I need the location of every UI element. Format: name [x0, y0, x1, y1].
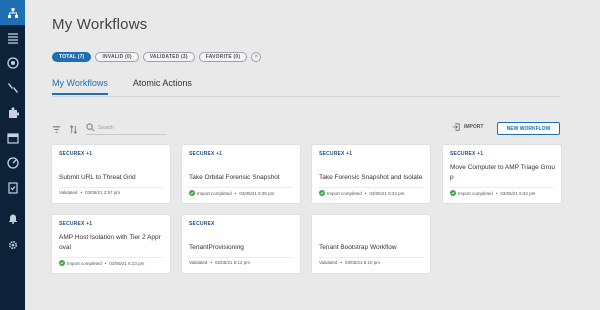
status-text: Import completed [327, 190, 362, 196]
workflow-card[interactable]: SECUREX TenantProvisioning Validated • 02/… [182, 215, 300, 273]
sidebar-item-atomics[interactable] [0, 100, 25, 125]
card-divider [59, 257, 163, 258]
card-divider [450, 187, 554, 188]
card-status: Import completed • 03/05/21 6:34 pm [319, 190, 404, 196]
card-divider [319, 187, 423, 188]
tab-bar: My Workflows Atomic Actions [52, 78, 192, 95]
status-date: 02/05/21 6:12 pm [215, 260, 251, 265]
gauge-icon [6, 156, 19, 169]
card-divider [59, 187, 163, 188]
status-text: Import completed [67, 260, 102, 266]
sidebar-item-workflows[interactable] [0, 0, 25, 25]
filter-favorite[interactable]: FAVORITE (0) [198, 52, 248, 62]
import-icon [452, 123, 460, 131]
tab-atomic-actions[interactable]: Atomic Actions [133, 78, 192, 95]
workflow-card[interactable]: SECUREX +1 Move Computer to AMP Triage G… [443, 145, 561, 203]
search-placeholder: Search [98, 124, 114, 131]
sidebar-item-settings[interactable] [0, 232, 25, 257]
filter-icon[interactable] [52, 125, 61, 134]
sidebar-item-targets[interactable] [0, 50, 25, 75]
tools-icon [7, 82, 18, 93]
search-icon [86, 123, 95, 132]
puzzle-icon [8, 106, 19, 118]
clear-filters-icon[interactable]: × [251, 52, 262, 62]
card-title[interactable]: Move Computer to AMP Triage Grou p [450, 163, 555, 183]
import-button[interactable]: IMPORT [452, 123, 483, 131]
tab-divider [52, 96, 560, 97]
card-status: Import completed • 03/05/21 6:23 pm [59, 260, 144, 266]
sidebar-item-calendar[interactable] [0, 125, 25, 150]
check-circle-icon [450, 190, 456, 196]
card-status: Import completed • 03/05/21 6:35 pm [189, 190, 274, 196]
status-text: Validated [59, 190, 78, 195]
sidebar [0, 0, 25, 310]
card-status: Validated • 03/05/21 6:10 pm [319, 260, 381, 265]
card-tag: SECUREX +1 [59, 151, 93, 157]
status-text: Import completed [197, 190, 232, 196]
filter-pills: TOTAL (7) INVALID (0) VALIDATED (3) FAVO… [52, 52, 262, 62]
sidebar-item-tools[interactable] [0, 75, 25, 100]
list-icon [7, 32, 18, 44]
status-date: 03/05/21 6:10 pm [345, 260, 381, 265]
card-tag: SECUREX +1 [59, 221, 93, 227]
card-title[interactable]: AMP Host Isolation with Tier 2 Appr oval [59, 233, 164, 253]
check-circle-icon [319, 190, 325, 196]
status-text: Validated [319, 260, 338, 265]
card-title[interactable]: TenantProvisioning [189, 243, 294, 253]
bell-icon [8, 214, 17, 224]
card-title[interactable]: Take Orbital Forensic Snapshot [189, 173, 294, 183]
filter-validated[interactable]: VALIDATED (3) [142, 52, 195, 62]
list-toolbar: Search [52, 123, 166, 135]
target-icon [6, 56, 19, 69]
sidebar-item-notifications[interactable] [0, 205, 25, 230]
check-circle-icon [189, 190, 195, 196]
status-date: 03/05/21 6:34 pm [369, 190, 405, 196]
status-text: Import completed [458, 190, 493, 196]
card-divider [189, 187, 293, 188]
card-divider [189, 257, 293, 258]
filter-total[interactable]: TOTAL (7) [52, 52, 92, 62]
card-title[interactable]: Submit URL to Threat Grid [59, 173, 164, 183]
status-date: 03/05/21 6:35 pm [239, 190, 275, 196]
card-title[interactable]: Take Forensic Snapshot and Isolate [319, 173, 424, 183]
workflow-card[interactable]: SECUREX +1 Submit URL to Threat Grid Val… [52, 145, 170, 203]
card-status: Import completed • 03/05/21 6:34 pm [450, 190, 535, 196]
document-check-icon [7, 181, 18, 194]
gear-icon [8, 240, 17, 249]
card-title[interactable]: Tenant Bootstrap Workflow [319, 243, 424, 253]
status-date: 03/05/21 6:34 pm [500, 190, 536, 196]
tab-my-workflows[interactable]: My Workflows [52, 78, 108, 95]
card-tag: SECUREX [189, 221, 215, 227]
workflow-card[interactable]: SECUREX +1 Take Forensic Snapshot and Is… [312, 145, 430, 203]
calendar-icon [6, 132, 19, 144]
status-text: Validated [189, 260, 208, 265]
card-status: Validated • 03/08/21 2:57 pm [59, 190, 121, 195]
workflow-icon [7, 7, 18, 18]
filter-invalid[interactable]: INVALID (0) [95, 52, 139, 62]
card-tag: SECUREX +1 [450, 151, 484, 157]
card-tag: SECUREX +1 [189, 151, 223, 157]
workflow-card[interactable]: Tenant Bootstrap Workflow Validated • 03/0… [312, 215, 430, 273]
card-divider [319, 257, 423, 258]
sidebar-item-reports[interactable] [0, 175, 25, 200]
workflow-card[interactable]: SECUREX +1 Take Orbital Forensic Snapsho… [182, 145, 300, 203]
status-date: 03/05/21 6:23 pm [109, 260, 145, 266]
workflow-card[interactable]: SECUREX +1 AMP Host Isolation with Tier … [52, 215, 170, 273]
card-tag: SECUREX +1 [319, 151, 353, 157]
new-workflow-button[interactable]: NEW WORKFLOW [497, 122, 560, 135]
search-input[interactable]: Search [86, 123, 166, 135]
check-circle-icon [59, 260, 65, 266]
import-label: IMPORT [464, 124, 484, 130]
sidebar-item-dashboard[interactable] [0, 150, 25, 175]
sort-icon[interactable] [69, 124, 78, 134]
sidebar-item-list[interactable] [0, 25, 25, 50]
status-date: 03/08/21 2:57 pm [85, 190, 121, 195]
card-status: Validated • 02/05/21 6:12 pm [189, 260, 251, 265]
page-title: My Workflows [52, 16, 148, 33]
